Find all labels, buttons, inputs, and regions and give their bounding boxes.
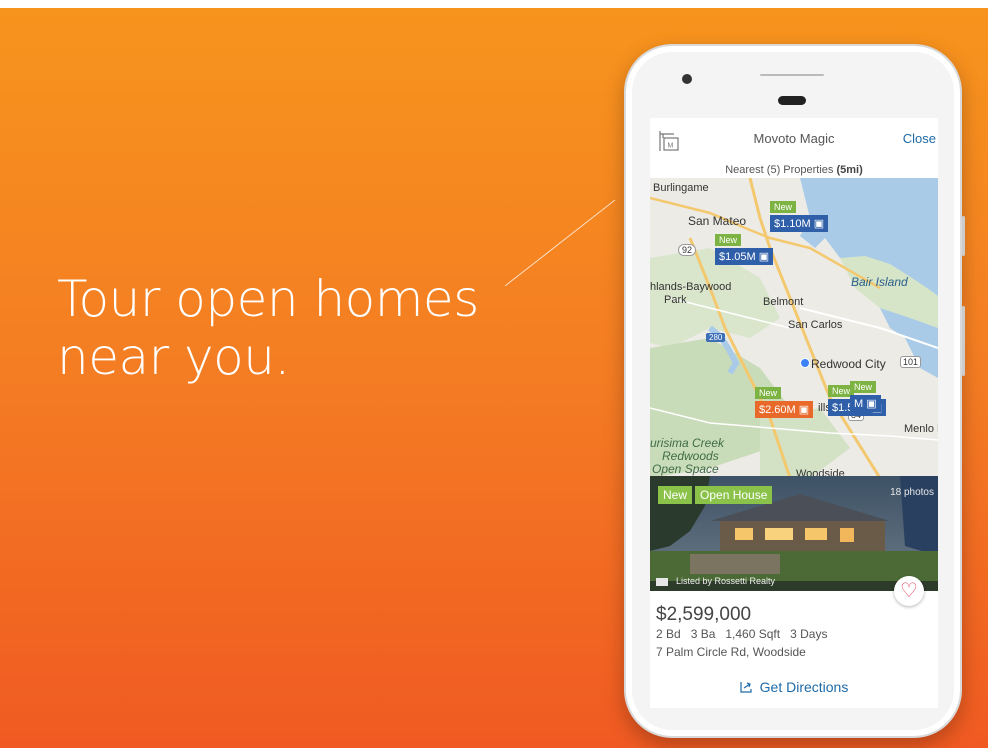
phone-frame: M Movoto Magic Close Nearest (5) Propert… (624, 44, 965, 738)
listed-by: Listed by Rossetti Realty (676, 576, 776, 586)
photo-count: 18 photos (890, 487, 934, 498)
map-label: Belmont (763, 296, 804, 308)
listing-photo[interactable]: New Open House 18 photos Listed by Rosse… (650, 476, 938, 591)
map-marker[interactable]: New $1.05M ▣ (715, 230, 774, 265)
map-label: San Mateo (688, 214, 747, 228)
marker-price: $2.60M ▣ (755, 401, 814, 418)
map-label: San Carlos (788, 319, 843, 331)
highway-shield: 92 (678, 244, 697, 256)
tagline: Tour open homes near you. (57, 270, 479, 386)
listing-specs: 2 Bd 3 Ba 1,460 Sqft 3 Days (656, 627, 827, 641)
days-on-market: 3 Days (790, 627, 828, 641)
baths: 3 Ba (690, 627, 716, 641)
nearest-radius: (5mi) (836, 164, 863, 176)
get-directions-button[interactable]: Get Directions (650, 679, 938, 695)
speaker-grille (760, 74, 824, 76)
marker-price: M ▣ (850, 395, 881, 412)
map-label: Menlo Pa (904, 423, 938, 435)
map-label: hlands-Baywood (650, 281, 732, 293)
map-marker[interactable]: New M ▣ (850, 377, 881, 412)
tagline-line-1: Tour open homes (57, 270, 479, 328)
nearest-properties-bar: Nearest (5) Properties (5mi) (650, 162, 938, 178)
photo-icon (656, 578, 668, 586)
close-button[interactable]: Close (903, 131, 936, 146)
tagline-line-2: near you. (57, 328, 290, 386)
map-label: Bair Island (851, 275, 908, 289)
favorite-button[interactable]: ♡ (894, 576, 924, 606)
app-screen: M Movoto Magic Close Nearest (5) Propert… (650, 118, 938, 708)
marker-price: $1.05M ▣ (715, 248, 774, 265)
highway-shield: 280 (706, 333, 726, 342)
map-marker[interactable]: New $1.10M ▣ (770, 197, 829, 232)
earpiece (778, 96, 806, 105)
open-house-badge: Open House (695, 486, 773, 504)
get-directions-label: Get Directions (759, 679, 849, 695)
listing-card[interactable]: New Open House 18 photos Listed by Rosse… (650, 476, 938, 708)
photo-badges: New Open House (658, 486, 773, 504)
promo-background: Tour open homes near you. M Movoto Magic… (0, 8, 988, 748)
nearest-properties-label: Nearest (5) Properties (725, 164, 834, 176)
highway-shield: 101 (900, 356, 922, 368)
map-label: Open Space (652, 462, 719, 476)
beds: 2 Bd (656, 627, 681, 641)
listing-price: $2,599,000 (656, 604, 752, 625)
map-marker[interactable]: New $2.60M ▣ (755, 383, 814, 418)
new-badge: New (715, 234, 742, 246)
marker-price: $1.10M ▣ (770, 215, 829, 232)
map-label: Burlingame (653, 182, 709, 194)
map-label: Park (664, 294, 687, 306)
app-header: M Movoto Magic Close (650, 118, 938, 163)
new-badge: New (770, 201, 797, 213)
power-button (962, 306, 965, 376)
pointer-line (505, 199, 616, 287)
new-badge: New (850, 381, 877, 393)
map-label: Redwood City (811, 357, 886, 371)
new-badge: New (658, 486, 693, 504)
listing-address: 7 Palm Circle Rd, Woodside (656, 645, 806, 659)
sqft: 1,460 Sqft (725, 627, 781, 641)
volume-button (962, 216, 965, 256)
directions-icon (740, 682, 752, 693)
camera-icon (682, 74, 692, 84)
map-view[interactable]: Burlingame San Mateo 92 hlands-Baywood P… (650, 178, 938, 478)
app-title: Movoto Magic (753, 131, 835, 146)
new-badge: New (755, 387, 782, 399)
map-label: urisima Creek (650, 436, 725, 450)
location-dot-icon (800, 358, 810, 368)
map-label: Redwoods (662, 449, 719, 463)
heart-icon: ♡ (900, 580, 918, 602)
